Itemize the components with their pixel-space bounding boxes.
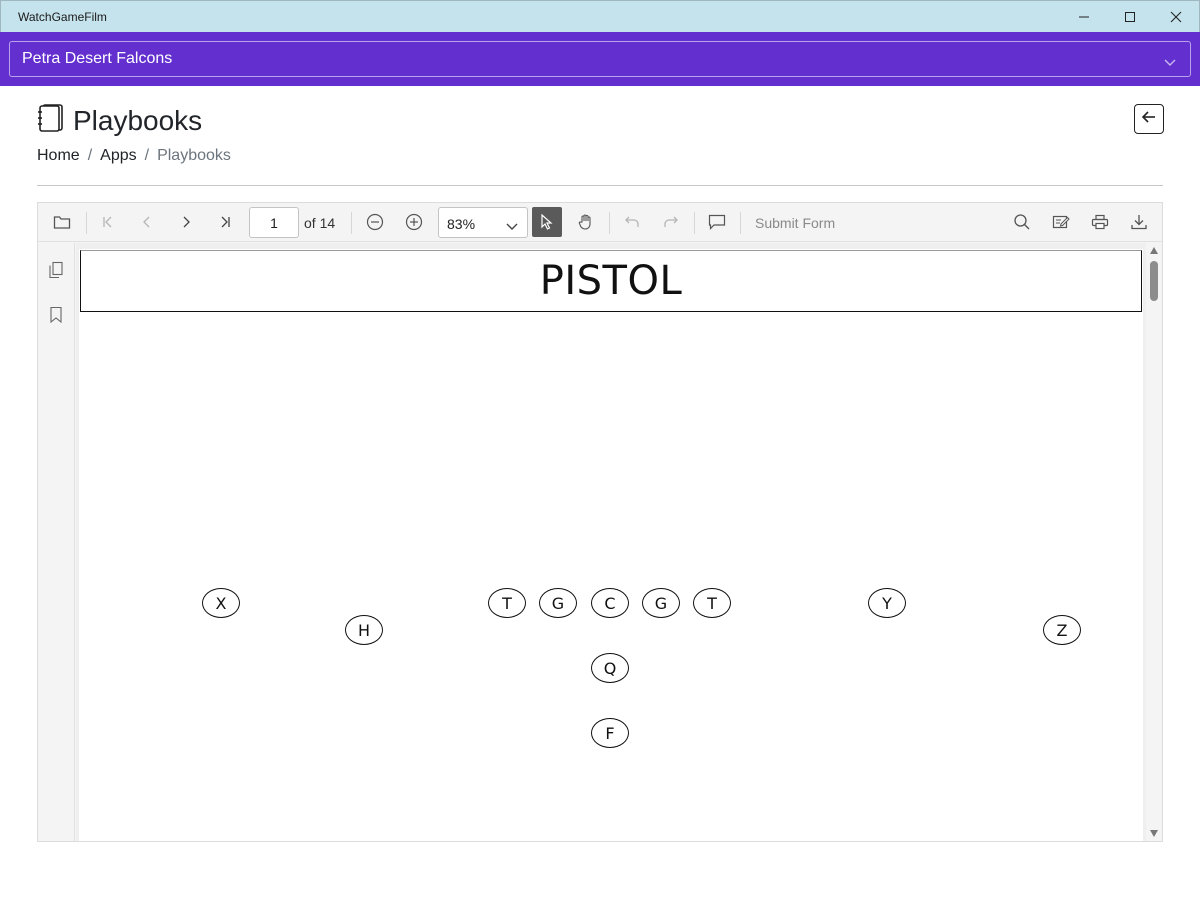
pdf-page: PISTOL X H T G C G T Y Z Q F (79, 249, 1143, 841)
toolbar-separator (351, 212, 352, 234)
maximize-icon[interactable] (1107, 1, 1153, 33)
player-marker: Q (591, 653, 629, 683)
prev-page-icon[interactable] (132, 207, 162, 237)
window-title-bar: WatchGameFilm (0, 0, 1200, 32)
zoom-out-icon[interactable] (360, 207, 390, 237)
player-marker: G (642, 588, 680, 618)
play-name: PISTOL (539, 258, 683, 304)
search-icon[interactable] (1007, 207, 1037, 237)
player-marker: H (345, 615, 383, 645)
chevron-down-icon (1164, 54, 1176, 72)
page-header: Playbooks (37, 103, 202, 138)
breadcrumb-current: Playbooks (157, 147, 231, 164)
player-marker: T (693, 588, 731, 618)
player-marker: X (202, 588, 240, 618)
folder-open-icon[interactable] (47, 207, 77, 237)
hand-icon[interactable] (571, 207, 601, 237)
bookmark-icon[interactable] (44, 303, 68, 327)
document-area[interactable]: PISTOL X H T G C G T Y Z Q F (76, 243, 1162, 841)
minimize-icon[interactable] (1061, 1, 1107, 33)
back-button[interactable] (1134, 104, 1164, 134)
player-marker: T (488, 588, 526, 618)
player-marker: Z (1043, 615, 1081, 645)
print-icon[interactable] (1085, 207, 1115, 237)
player-marker: G (539, 588, 577, 618)
breadcrumb-apps[interactable]: Apps (100, 147, 136, 165)
notebook-icon (37, 103, 65, 138)
download-icon[interactable] (1124, 207, 1154, 237)
annotate-icon[interactable] (1046, 207, 1076, 237)
scroll-down-arrow[interactable] (1150, 830, 1158, 837)
player-marker: Y (868, 588, 906, 618)
toolbar-separator (740, 212, 741, 234)
page-title: Playbooks (73, 104, 203, 136)
scroll-up-arrow[interactable] (1150, 247, 1158, 254)
viewer-toolbar: of 14 83% Submit F (38, 203, 1162, 242)
toolbar-separator (609, 212, 610, 234)
last-page-icon[interactable] (210, 207, 240, 237)
redo-icon[interactable] (656, 207, 686, 237)
player-marker: C (591, 588, 629, 618)
breadcrumb: Home / Apps / Playbooks (37, 147, 231, 165)
team-select-value: Petra Desert Falcons (22, 50, 173, 67)
zoom-in-icon[interactable] (399, 207, 429, 237)
chevron-down-icon (506, 218, 518, 236)
team-select[interactable]: Petra Desert Falcons (9, 41, 1191, 77)
page-total-label: of 14 (304, 215, 336, 231)
close-icon[interactable] (1153, 1, 1199, 33)
submit-form-button[interactable]: Submit Form (755, 215, 835, 231)
team-bar: Petra Desert Falcons (0, 32, 1200, 86)
play-title-box: PISTOL (80, 250, 1142, 312)
comment-icon[interactable] (702, 207, 732, 237)
window-controls (1061, 1, 1199, 33)
zoom-select[interactable]: 83% (438, 207, 528, 238)
divider (37, 185, 1163, 186)
scroll-thumb[interactable] (1150, 261, 1158, 301)
page-thumbnails-icon[interactable] (44, 258, 68, 282)
breadcrumb-separator: / (87, 147, 93, 164)
zoom-value: 83% (447, 216, 476, 232)
next-page-icon[interactable] (171, 207, 201, 237)
undo-icon[interactable] (617, 207, 647, 237)
cursor-icon[interactable] (532, 207, 562, 237)
arrow-back-icon (1140, 109, 1158, 130)
page-number-input[interactable] (249, 207, 299, 238)
app-title: WatchGameFilm (18, 9, 107, 24)
pdf-viewer: of 14 83% Submit F (37, 202, 1163, 842)
toolbar-separator (694, 212, 695, 234)
first-page-icon[interactable] (93, 207, 123, 237)
viewer-side-panel (38, 243, 75, 841)
viewer-scrollbar[interactable] (1146, 243, 1162, 841)
breadcrumb-separator: / (144, 147, 150, 164)
breadcrumb-home[interactable]: Home (37, 147, 80, 165)
player-marker: F (591, 718, 629, 748)
toolbar-separator (86, 212, 87, 234)
